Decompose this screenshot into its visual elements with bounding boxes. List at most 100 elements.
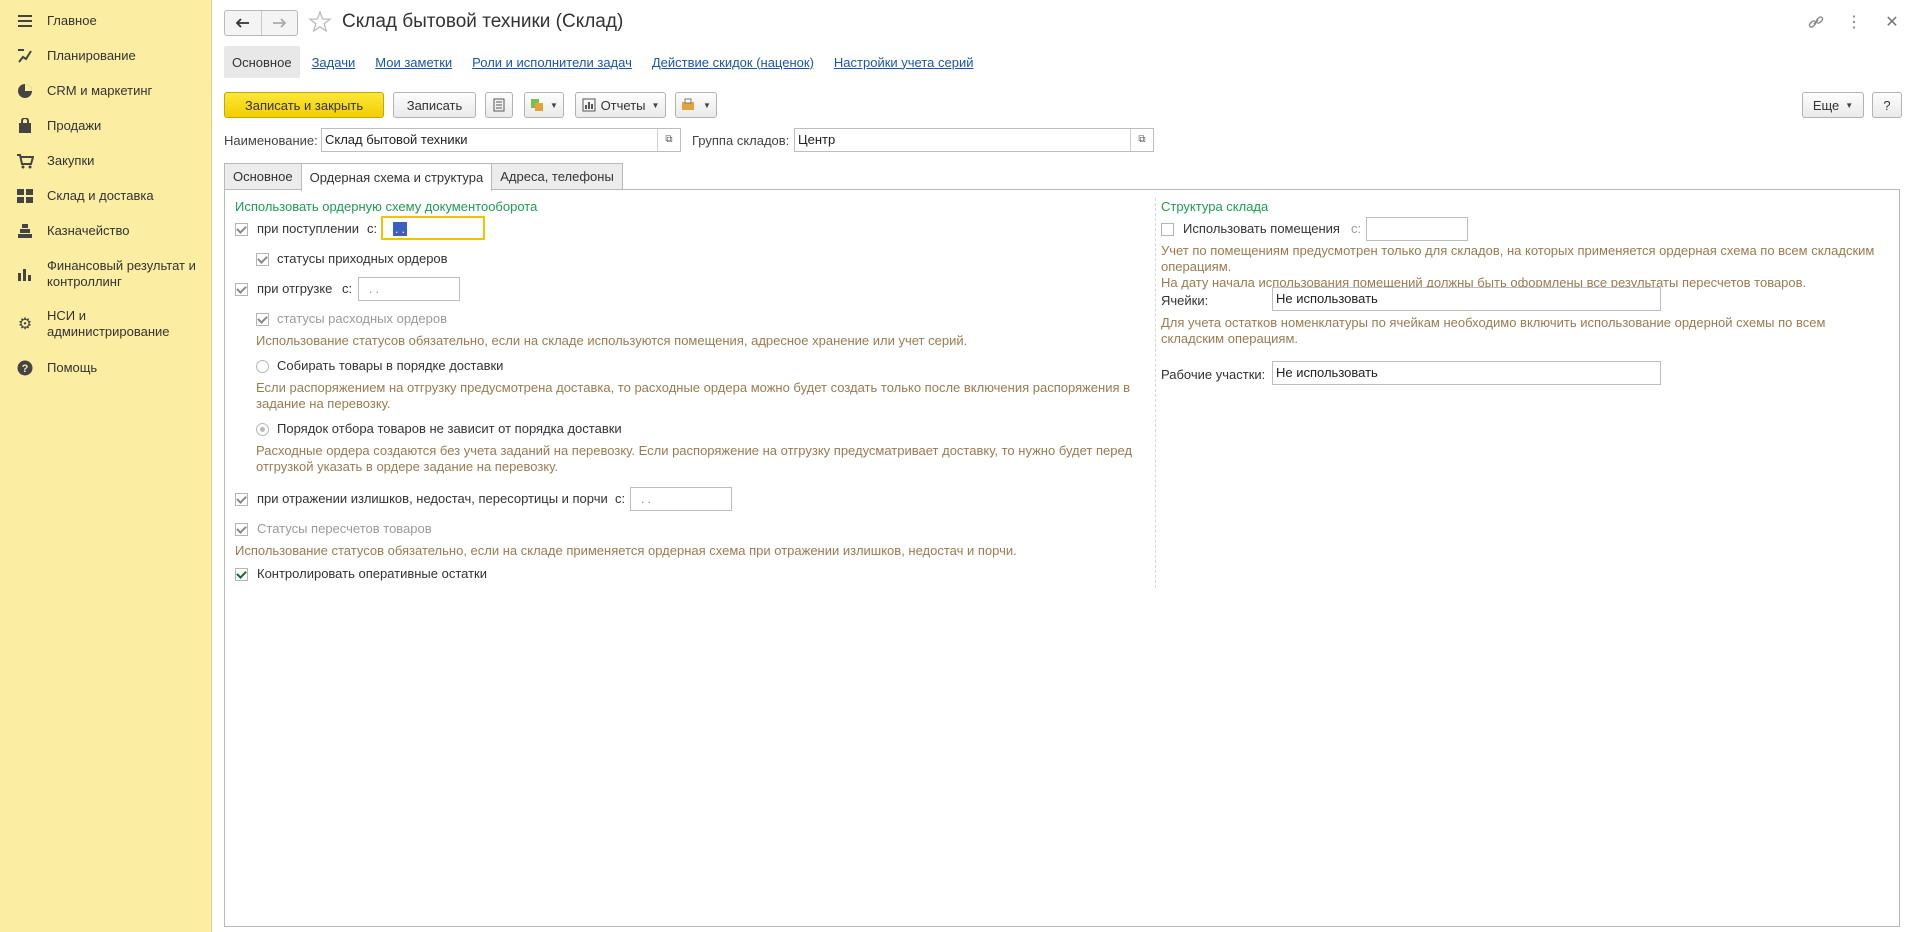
surplus-date-input[interactable]: . .: [630, 487, 732, 511]
favorite-star-icon[interactable]: [308, 10, 332, 34]
sidebar-item-label: Планирование: [47, 48, 136, 63]
independent-order-label: Порядок отбора товаров не зависит от пор…: [277, 421, 622, 436]
print-icon: [682, 98, 695, 110]
use-premises-label: Использовать помещения: [1183, 221, 1340, 236]
form-tabs: Основное Ордерная схема и структура Адре…: [224, 163, 623, 191]
name-field[interactable]: Склад бытовой техники ⧉: [321, 128, 681, 152]
statuses-note: Использование статусов обязательно, если…: [256, 333, 968, 348]
shipment-statuses-checkbox[interactable]: [256, 313, 269, 326]
cells-field[interactable]: Не использовать: [1272, 287, 1661, 311]
recount-statuses-checkbox[interactable]: [235, 523, 248, 536]
navtab-main[interactable]: Основное: [224, 46, 300, 78]
on-surplus-checkbox[interactable]: [235, 493, 248, 506]
sidebar-item-label: Склад и доставка: [47, 188, 154, 203]
name-label: Наименование:: [224, 133, 318, 148]
from-label: с:: [1351, 221, 1362, 236]
collect-by-delivery-radio[interactable]: [256, 360, 269, 373]
on-surplus-label: при отражении излишков, недостач, пересо…: [257, 491, 608, 506]
sidebar-item-help[interactable]: ? Помощь: [0, 358, 211, 378]
sidebar-item-warehouse[interactable]: Склад и доставка: [0, 186, 211, 206]
from-label: с:: [367, 221, 378, 236]
pie-chart-icon: [16, 82, 34, 100]
document-list-button[interactable]: [485, 92, 513, 118]
control-balances-label: Контролировать оперативные остатки: [257, 566, 488, 581]
receipt-statuses-label: статусы приходных ордеров: [277, 251, 448, 266]
work-areas-label: Рабочие участки:: [1161, 367, 1266, 382]
report-icon: [582, 98, 596, 112]
more-vertical-icon[interactable]: ⋮: [1844, 12, 1864, 32]
sidebar-item-finance[interactable]: Финансовый результат и контроллинг: [0, 256, 211, 292]
control-balances-checkbox[interactable]: [235, 568, 248, 581]
cells-note: Для учета остатков номенклатуры по ячейк…: [1161, 315, 1826, 346]
sidebar-item-label: НСИ и администрирование: [47, 308, 170, 339]
on-shipment-checkbox[interactable]: [235, 283, 248, 296]
on-shipment-label: при отгрузке: [257, 281, 333, 296]
sidebar-item-planning[interactable]: Планирование: [0, 46, 211, 66]
structure-group-title: Структура склада: [1161, 199, 1269, 214]
use-premises-checkbox[interactable]: [1161, 223, 1174, 236]
sidebar-item-label: Казначейство: [47, 223, 130, 238]
collect-note: Если распоряжением на отгрузку предусмот…: [256, 380, 1131, 411]
save-close-button[interactable]: Записать и закрыть: [224, 92, 384, 118]
save-button[interactable]: Записать: [393, 92, 476, 118]
sidebar-item-treasury[interactable]: Казначейство: [0, 221, 211, 241]
independent-order-radio[interactable]: [256, 423, 269, 436]
navtab-roles[interactable]: Роли и исполнители задач: [464, 46, 640, 78]
sidebar-item-main[interactable]: Главное: [0, 11, 211, 31]
navtab-discounts[interactable]: Действие скидок (наценок): [644, 46, 822, 78]
group-value: Центр: [798, 132, 836, 147]
help-button[interactable]: ?: [1872, 92, 1902, 118]
toolbar: Записать и закрыть Записать ▼ Отчеты ▼ ▼…: [224, 92, 1916, 118]
open-icon[interactable]: ⧉: [657, 129, 680, 151]
recount-statuses-label: Статусы пересчетов товаров: [257, 521, 432, 536]
sidebar-item-label: Закупки: [47, 153, 95, 168]
chevron-down-icon: ▼: [1845, 100, 1854, 110]
history-nav: [224, 10, 298, 36]
sidebar-item-label: Продажи: [47, 118, 102, 133]
work-areas-field[interactable]: Не использовать: [1272, 361, 1661, 385]
sidebar-item-nsi[interactable]: ⚙ НСИ и администрирование: [0, 306, 211, 342]
create-based-on-button[interactable]: ▼: [524, 92, 564, 118]
open-icon[interactable]: ⧉: [1130, 129, 1153, 151]
receipt-date-input[interactable]: . .: [381, 216, 485, 240]
receipt-statuses-checkbox[interactable]: [256, 253, 269, 266]
navtab-tasks[interactable]: Задачи: [304, 46, 364, 78]
page-title: Склад бытовой техники (Склад): [342, 11, 624, 32]
independent-note: Расходные ордера создаются без учета зад…: [256, 443, 1133, 474]
receipt-date-selection: . .: [393, 222, 408, 236]
cart-icon: [16, 152, 34, 170]
tab-main[interactable]: Основное: [224, 163, 302, 189]
print-button[interactable]: ▼: [675, 92, 717, 118]
svg-text:?: ?: [22, 363, 29, 375]
reports-button[interactable]: Отчеты ▼: [575, 92, 666, 118]
group-field[interactable]: Центр ⧉: [794, 128, 1154, 152]
collect-by-delivery-label: Собирать товары в порядке доставки: [277, 358, 504, 373]
back-button[interactable]: [225, 11, 261, 35]
navtab-series-settings[interactable]: Настройки учета серий: [826, 46, 982, 78]
close-icon[interactable]: ✕: [1882, 12, 1902, 32]
cells-label: Ячейки:: [1161, 293, 1209, 308]
link-icon[interactable]: [1806, 12, 1826, 32]
navtab-notes[interactable]: Мои заметки: [367, 46, 460, 78]
name-value: Склад бытовой техники: [325, 132, 468, 147]
tab-addresses[interactable]: Адреса, телефоны: [491, 163, 623, 189]
sidebar-item-purchases[interactable]: Закупки: [0, 151, 211, 171]
from-label: с:: [615, 491, 626, 506]
forward-button[interactable]: [260, 11, 298, 35]
on-receipt-checkbox[interactable]: [235, 223, 248, 236]
form-navigation: Основное Задачи Мои заметки Роли и испол…: [224, 46, 985, 78]
more-button[interactable]: Еще ▼: [1802, 92, 1864, 118]
premises-date-input[interactable]: [1366, 217, 1468, 241]
group-label: Группа складов:: [692, 133, 790, 148]
shopping-bag-icon: [16, 117, 34, 135]
tab-order-scheme[interactable]: Ордерная схема и структура: [300, 163, 493, 191]
from-label: с:: [342, 281, 353, 296]
chevron-down-icon: ▼: [703, 100, 711, 110]
sidebar-item-label: Главное: [47, 13, 97, 28]
shipment-date-input[interactable]: . .: [358, 277, 460, 301]
create-based-icon: [531, 99, 544, 111]
sidebar-item-crm[interactable]: CRM и маркетинг: [0, 81, 211, 101]
sidebar-item-sales[interactable]: Продажи: [0, 116, 211, 136]
on-receipt-label: при поступлении: [257, 221, 360, 236]
sidebar-item-label: Финансовый результат и контроллинг: [47, 258, 196, 289]
